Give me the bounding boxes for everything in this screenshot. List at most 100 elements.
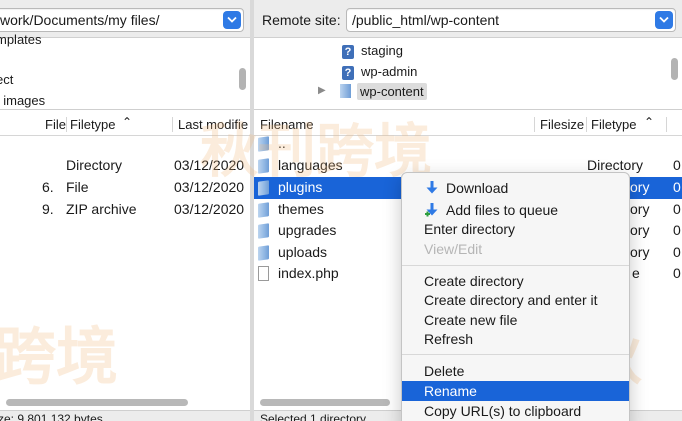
menu-item-label: Rename (424, 383, 477, 399)
menu-item-rename[interactable]: Rename (402, 381, 629, 401)
expand-arrow-icon[interactable]: ▶ (318, 85, 326, 96)
remote-path-combobox[interactable]: /public_html/wp-content (346, 8, 676, 32)
menu-item-label: Copy URL(s) to clipboard (424, 403, 582, 419)
column-header-filetype[interactable]: Filetype (591, 117, 637, 132)
menu-item-label: Add files to queue (446, 202, 559, 218)
row-filetype: Directory (66, 157, 123, 173)
menu-item-delete[interactable]: Delete (402, 361, 629, 381)
menu-item-download[interactable]: Download (402, 178, 629, 198)
remote-site-label: Remote site: (262, 12, 341, 28)
row-last-modified: 03/12/2020 (174, 157, 245, 173)
row-extra: 0 (673, 265, 681, 281)
tree-item-label: staging (361, 43, 403, 58)
column-separator[interactable] (666, 117, 667, 132)
menu-item-create-directory-enter[interactable]: Create directory and enter it (402, 290, 629, 310)
row-filetype: ory (630, 244, 650, 260)
column-header-filesize[interactable]: File (45, 117, 66, 132)
row-extra: 0 (673, 157, 681, 173)
tree-item-wp-content[interactable]: wp-content (340, 83, 427, 100)
add-to-queue-icon (425, 203, 438, 217)
menu-item-label: Enter directory (424, 221, 516, 237)
tree-item-staging[interactable]: ? staging (342, 43, 403, 59)
file-icon (258, 266, 269, 281)
column-separator[interactable] (66, 117, 67, 132)
menu-item-create-directory[interactable]: Create directory (402, 271, 629, 291)
row-filesize: 6. (42, 179, 54, 195)
local-path-text: work/Documents/my files/ (0, 12, 160, 28)
row-filetype: File (66, 179, 89, 195)
remote-horizontal-scrollbar[interactable] (260, 399, 390, 406)
table-row[interactable]: 6. File 03/12/2020 (0, 177, 250, 199)
folder-icon (340, 84, 351, 98)
row-filename: index.php (278, 265, 339, 281)
remote-directory-tree[interactable]: ? staging ? wp-admin ▶ wp-content (254, 38, 682, 110)
row-extra: 0 (673, 222, 681, 238)
folder-icon (258, 136, 269, 152)
local-list-header: File Filetype ⌃ Last modifie (0, 114, 250, 136)
column-separator[interactable] (534, 117, 535, 132)
menu-item-create-new-file[interactable]: Create new file (402, 310, 629, 330)
row-filetype: ory (630, 179, 650, 195)
menu-separator (402, 265, 629, 266)
table-row[interactable]: Directory 03/12/2020 (0, 155, 250, 177)
tree-item-wp-admin[interactable]: ? wp-admin (342, 64, 417, 80)
tree-item[interactable]: t images (0, 93, 45, 108)
row-filename: uploads (278, 244, 328, 260)
table-row[interactable]: .. (254, 133, 682, 155)
menu-item-view-edit: View/Edit (402, 239, 629, 259)
column-separator[interactable] (586, 117, 587, 132)
folder-icon (258, 180, 269, 196)
local-path-dropdown-button[interactable] (223, 11, 241, 29)
folder-icon (258, 223, 269, 239)
remote-path-dropdown-button[interactable] (655, 11, 673, 29)
row-filename: themes (278, 201, 324, 217)
column-header-filetype[interactable]: Filetype (70, 117, 116, 132)
menu-item-enter-directory[interactable]: Enter directory (402, 219, 629, 239)
tree-item[interactable]: ect (0, 72, 13, 87)
chevron-down-icon (659, 16, 669, 23)
table-row[interactable]: 9. ZIP archive 03/12/2020 (0, 199, 250, 221)
local-pane: work/Documents/my files/ mplates ect t i… (0, 0, 250, 421)
menu-item-label: Refresh (424, 331, 474, 347)
menu-item-refresh[interactable]: Refresh (402, 329, 629, 349)
column-header-last-modified[interactable]: Last modifie (178, 117, 248, 132)
row-filename: upgrades (278, 222, 337, 238)
menu-separator (402, 354, 629, 355)
question-mark-icon: ? (342, 45, 354, 59)
context-menu: Download Add files to queue Enter direct… (401, 172, 630, 421)
column-header-filesize[interactable]: Filesize (540, 117, 584, 132)
row-filetype: ZIP archive (66, 201, 137, 217)
local-status-text: ze: 9,801,132 bytes (0, 412, 103, 421)
row-extra: 0 (673, 244, 681, 260)
row-filetype: ory (630, 222, 650, 238)
column-header-filename[interactable]: Filename (260, 117, 313, 132)
row-filetype: Directory (587, 157, 644, 173)
sort-ascending-icon: ⌃ (122, 115, 133, 129)
row-filesize: 9. (42, 201, 54, 217)
row-last-modified: 03/12/2020 (174, 201, 245, 217)
column-separator[interactable] (172, 117, 173, 132)
sort-ascending-icon: ⌃ (644, 115, 655, 129)
question-mark-icon: ? (342, 66, 354, 80)
row-filetype: ory (630, 201, 650, 217)
menu-item-add-to-queue[interactable]: Add files to queue (402, 200, 629, 220)
menu-item-label: Create directory (424, 273, 524, 289)
folder-icon (258, 158, 269, 174)
tree-item[interactable]: mplates (0, 32, 42, 47)
local-path-combobox[interactable]: work/Documents/my files/ (0, 8, 244, 32)
row-filename: languages (278, 157, 343, 173)
tree-scrollbar-thumb[interactable] (239, 68, 246, 90)
tree-scrollbar-thumb[interactable] (671, 58, 678, 80)
menu-item-copy-url[interactable]: Copy URL(s) to clipboard (402, 401, 629, 421)
row-filename: plugins (278, 179, 323, 195)
row-extra: 0 (673, 179, 681, 195)
menu-item-label: Create new file (424, 312, 518, 328)
row-filename: .. (278, 135, 286, 151)
menu-item-label: Create directory and enter it (424, 292, 598, 308)
download-arrow-icon (426, 181, 438, 194)
local-directory-tree[interactable]: mplates ect t images (0, 32, 250, 110)
local-horizontal-scrollbar[interactable] (6, 399, 188, 406)
folder-icon (258, 202, 269, 218)
chevron-down-icon (227, 16, 237, 23)
folder-icon (258, 245, 269, 261)
